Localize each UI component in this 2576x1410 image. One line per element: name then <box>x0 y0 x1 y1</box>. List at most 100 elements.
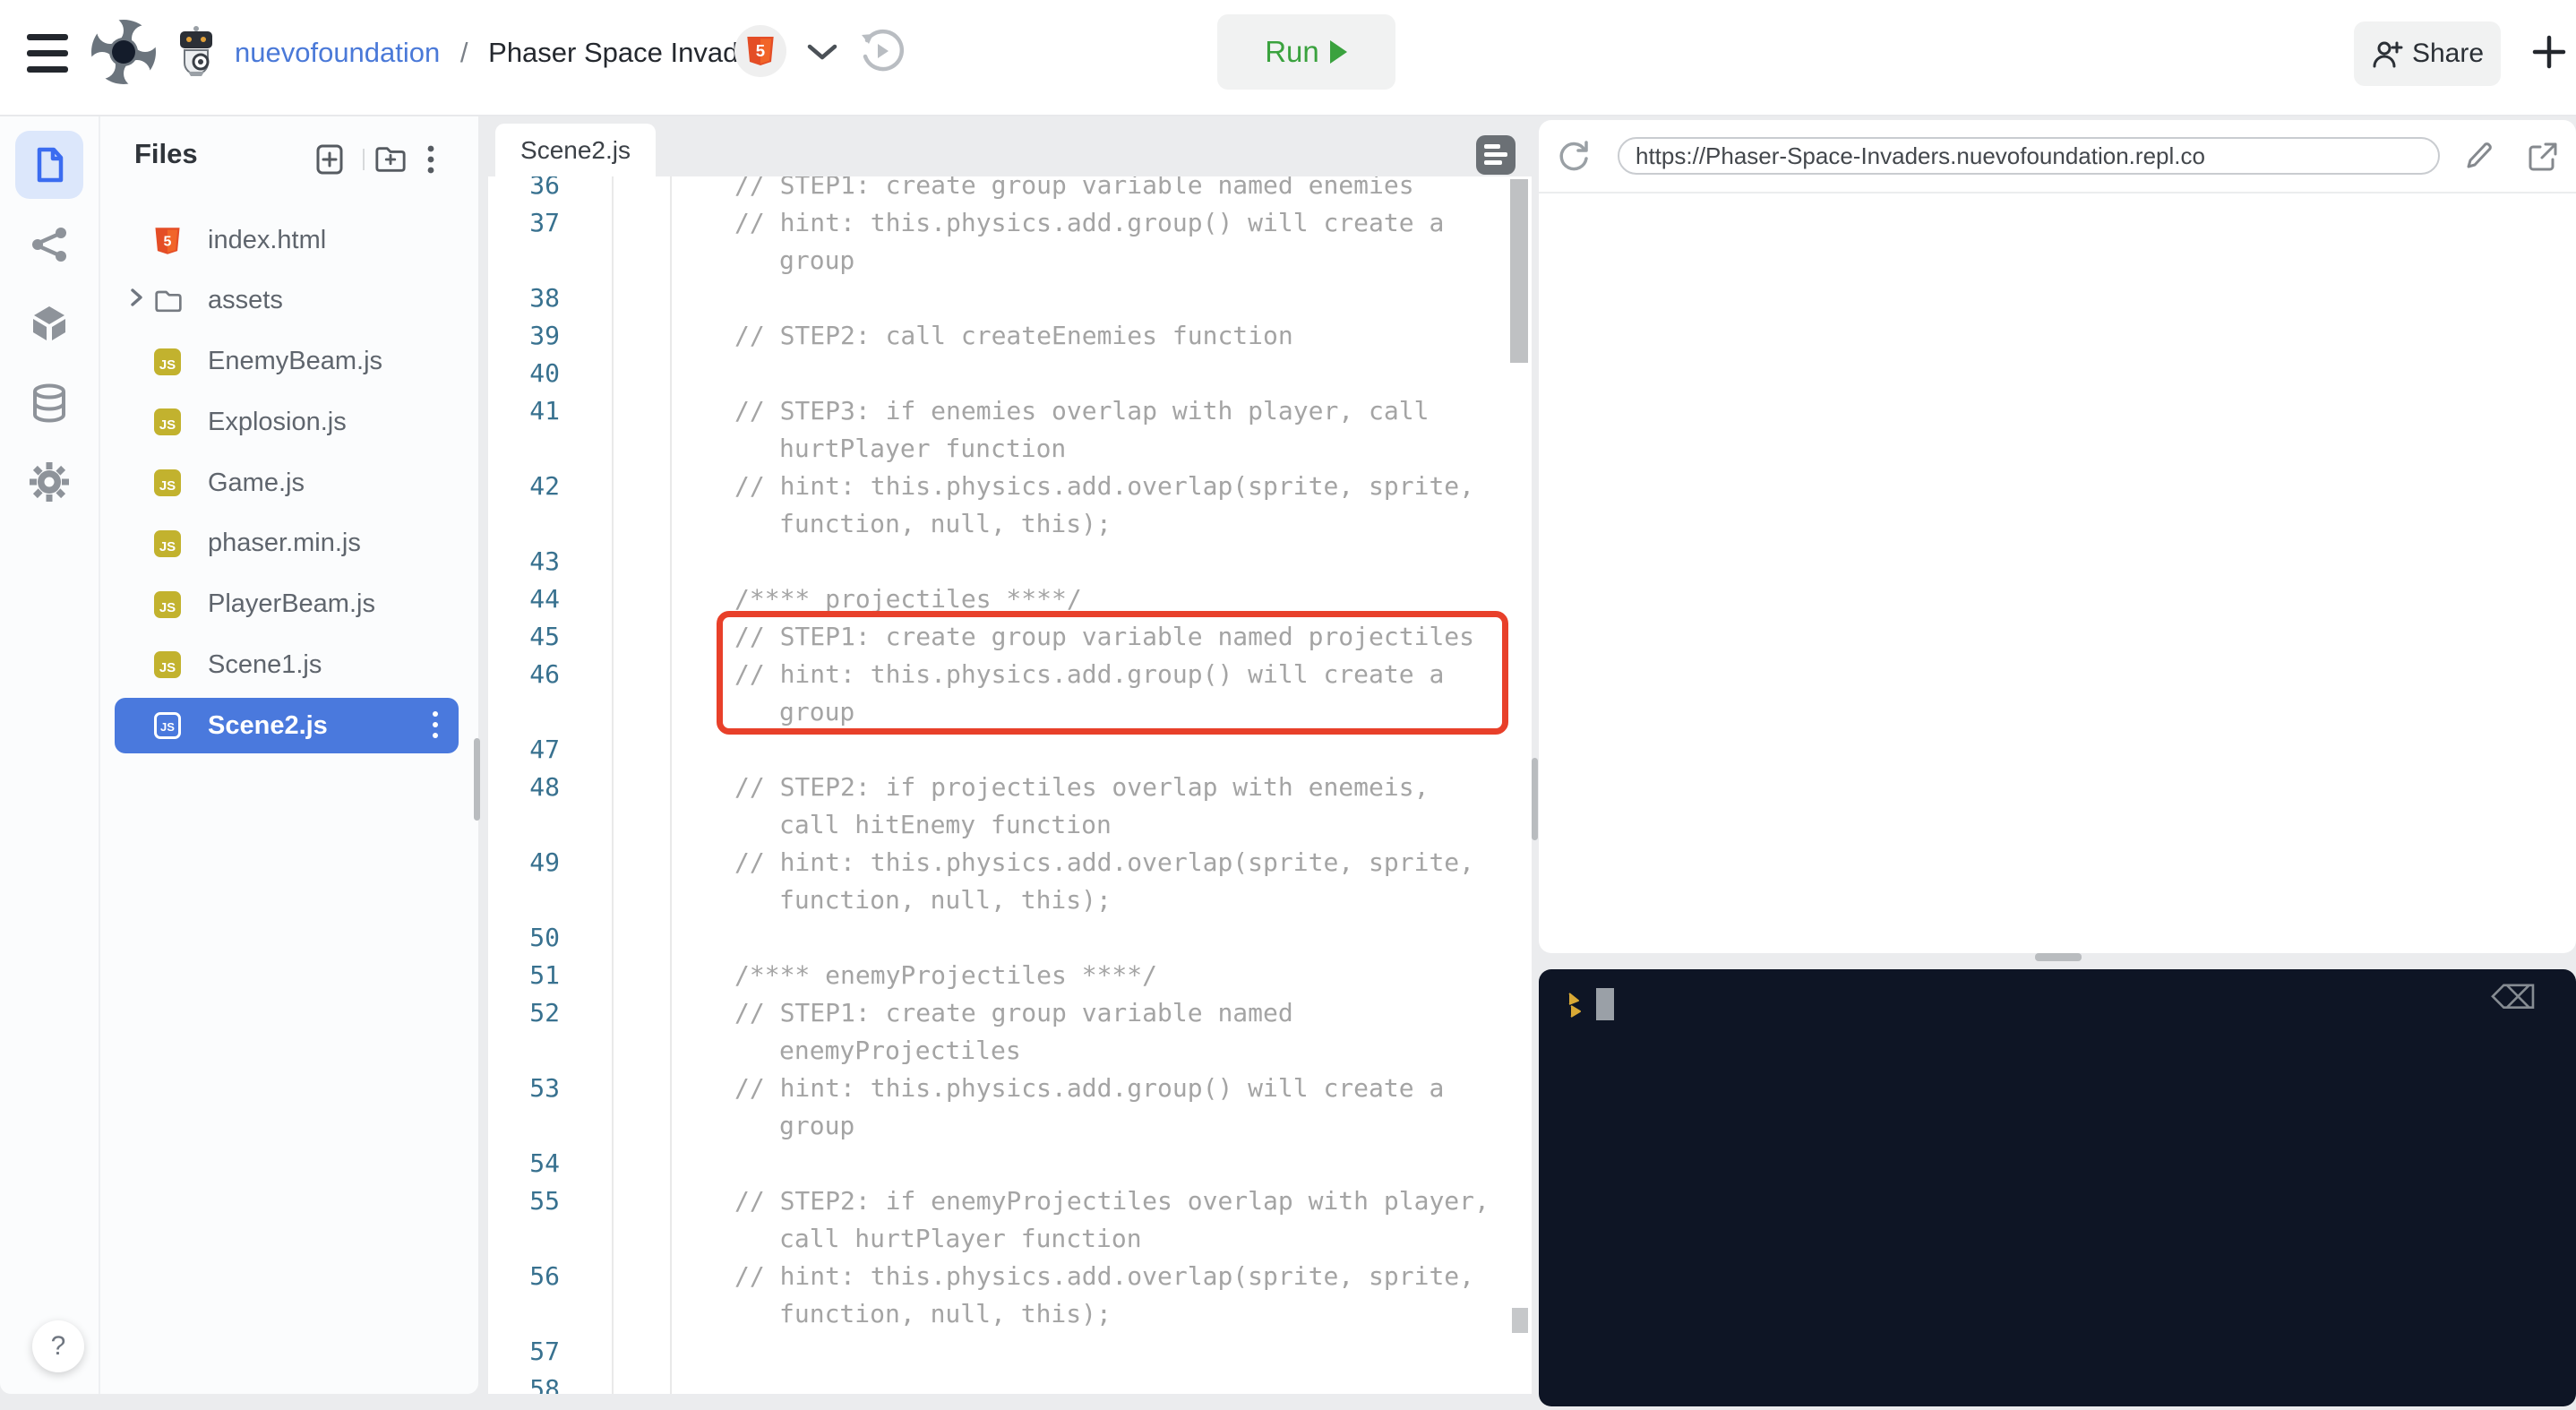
file-row-playerbeam-js[interactable]: JS PlayerBeam.js <box>115 577 459 632</box>
code-row-line-55-wrap: call hurtPlayer function <box>488 1220 1532 1258</box>
js-file-icon: JS <box>154 408 181 436</box>
code-row-line-38: 38 <box>488 279 1532 317</box>
rail-settings-icon[interactable] <box>15 448 83 516</box>
run-button[interactable]: Run <box>1217 14 1395 90</box>
robot-avatar[interactable] <box>176 25 217 77</box>
js-file-icon: JS <box>154 590 181 618</box>
editor-menu-icon[interactable] <box>1476 135 1516 175</box>
line-number: 52 <box>529 998 560 1027</box>
js-file-icon: JS <box>154 469 181 496</box>
open-external-icon[interactable] <box>2526 140 2560 174</box>
files-panel: Files 5 index.html assets JS EnemyBeam.js JS E… <box>100 116 478 1394</box>
tab-label: Scene2.js <box>520 135 631 164</box>
file-name: PlayerBeam.js <box>208 589 375 618</box>
js-file-icon: JS <box>154 529 181 557</box>
code-text: function, null, this); <box>779 509 1112 538</box>
toolbar-divider <box>363 149 365 170</box>
js-file-icon: JS <box>154 348 181 375</box>
tab-scene2js[interactable]: Scene2.js <box>495 124 656 176</box>
code-text: // STEP1: create group variable named en… <box>734 176 1414 200</box>
file-name: EnemyBeam.js <box>208 347 383 375</box>
line-number: 42 <box>529 471 560 501</box>
rail-packages-icon[interactable] <box>15 289 83 357</box>
file-row-game-js[interactable]: JS Game.js <box>115 455 459 511</box>
rail-database-icon[interactable] <box>15 369 83 437</box>
code-text: group <box>779 1111 855 1140</box>
code-row-line-58: 58 <box>488 1371 1532 1394</box>
file-row-scene2-js[interactable]: JS Scene2.js <box>115 698 459 753</box>
line-number: 45 <box>529 622 560 651</box>
chevron-right-icon[interactable] <box>127 286 150 316</box>
code-row-line-52-wrap: enemyProjectiles <box>488 1032 1532 1070</box>
code-row-line-42-wrap: function, null, this); <box>488 505 1532 543</box>
code-text: // hint: this.physics.add.group() will c… <box>734 208 1445 237</box>
share-button-label: Share <box>2411 39 2485 68</box>
highlight-annotation-box <box>717 611 1508 735</box>
line-number: 57 <box>529 1337 560 1366</box>
invite-user-icon <box>2373 41 2403 68</box>
code-text: enemyProjectiles <box>779 1036 1021 1065</box>
line-number: 55 <box>529 1186 560 1216</box>
top-bar: nuevofoundation / Phaser Space Invaders … <box>0 0 2576 116</box>
line-number: 53 <box>529 1073 560 1103</box>
files-kebab-menu-icon[interactable] <box>426 143 435 176</box>
code-row-line-57: 57 <box>488 1333 1532 1371</box>
code-row-line-42: 42 // hint: this.physics.add.overlap(spri… <box>488 468 1532 505</box>
code-text: // STEP1: create group variable named <box>734 998 1293 1027</box>
line-number: 51 <box>529 960 560 990</box>
breadcrumb-owner-link[interactable]: nuevofoundation <box>235 37 440 68</box>
history-icon[interactable] <box>858 28 905 74</box>
html5-language-badge: 5 <box>734 25 786 77</box>
refresh-icon[interactable] <box>1557 139 1591 173</box>
line-number: 56 <box>529 1261 560 1291</box>
file-row-explosion-js[interactable]: JS Explosion.js <box>115 394 459 450</box>
file-name: index.html <box>208 225 327 254</box>
new-repl-plus-icon[interactable] <box>2531 34 2567 70</box>
code-text: // hint: this.physics.add.group() will c… <box>734 1073 1445 1103</box>
editor-scrollbar-thumb[interactable] <box>1510 179 1528 363</box>
file-row-phaser-min-js[interactable]: JS phaser.min.js <box>115 516 459 572</box>
new-file-icon[interactable] <box>313 143 346 176</box>
line-number: 46 <box>529 659 560 689</box>
console-panel[interactable]: ⌫ <box>1539 969 2576 1406</box>
org-logo[interactable] <box>90 18 158 86</box>
file-row-assets[interactable]: assets <box>115 273 459 329</box>
file-row-scene1-js[interactable]: JS Scene1.js <box>115 637 459 692</box>
editor-preview-resize-handle[interactable] <box>1532 758 1538 840</box>
code-text: // STEP2: if enemyProjectiles overlap wi… <box>734 1186 1490 1216</box>
code-row-line-50: 50 <box>488 919 1532 957</box>
hamburger-menu-icon[interactable] <box>27 32 70 75</box>
line-number: 58 <box>529 1374 560 1394</box>
file-name: Scene1.js <box>208 649 322 679</box>
files-editor-resize-handle[interactable] <box>474 738 480 821</box>
code-row-line-37: 37 // hint: this.physics.add.group() will… <box>488 204 1532 242</box>
edit-url-icon[interactable] <box>2461 140 2495 174</box>
preview-url-input[interactable] <box>1618 137 2440 175</box>
code-text: function, null, this); <box>779 1299 1112 1328</box>
rail-version-control-icon[interactable] <box>15 211 83 279</box>
run-button-label: Run <box>1265 35 1319 68</box>
new-folder-icon[interactable] <box>374 143 407 176</box>
rail-files-icon[interactable] <box>15 131 83 199</box>
code-text: /**** enemyProjectiles ****/ <box>734 960 1158 990</box>
file-row-index-html[interactable]: 5 index.html <box>115 212 459 268</box>
code-row-line-48-wrap: call hitEnemy function <box>488 806 1532 844</box>
code-row-line-56: 56 // hint: this.physics.add.overlap(spri… <box>488 1258 1532 1295</box>
file-row-enemybeam-js[interactable]: JS EnemyBeam.js <box>115 334 459 390</box>
line-number: 43 <box>529 546 560 576</box>
code-editor[interactable]: 36 // STEP1: create group variable named … <box>488 176 1532 1394</box>
help-button[interactable]: ? <box>32 1320 84 1372</box>
code-row-line-49-wrap: function, null, this); <box>488 881 1532 919</box>
editor-scrollbar-fragment[interactable] <box>1512 1308 1528 1333</box>
line-number: 38 <box>529 283 560 313</box>
js-file-icon: JS <box>154 712 181 739</box>
editor-panel: Scene2.js 36 // STEP1: create group varia… <box>488 116 1532 1394</box>
chevron-down-icon[interactable] <box>804 39 840 64</box>
console-clear-icon[interactable]: ⌫ <box>2491 980 2537 1017</box>
code-row-line-51: 51 /**** enemyProjectiles ****/ <box>488 957 1532 994</box>
file-kebab-menu-icon[interactable] <box>432 711 439 740</box>
share-button[interactable]: Share <box>2354 21 2501 86</box>
console-resize-handle[interactable] <box>2035 953 2082 961</box>
replit-workspace: nuevofoundation / Phaser Space Invaders … <box>0 0 2576 1410</box>
line-number: 44 <box>529 584 560 614</box>
